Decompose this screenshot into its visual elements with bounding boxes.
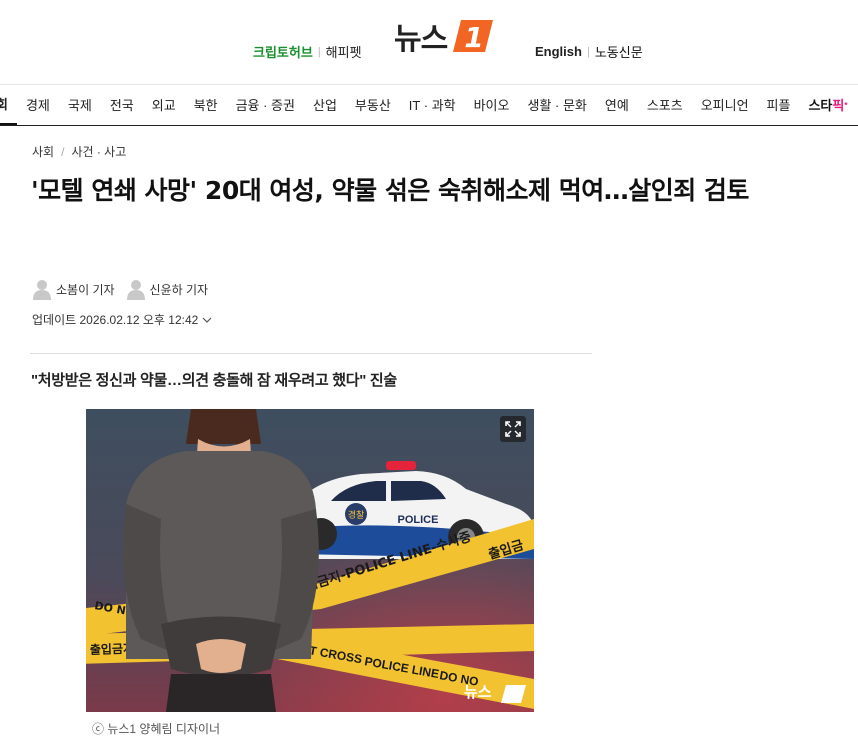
star-pick-label-b: 픽 bbox=[832, 97, 845, 113]
site-logo[interactable]: 뉴스 1 bbox=[394, 14, 495, 58]
nav-item-diplomacy[interactable]: 외교 bbox=[143, 86, 185, 125]
separator: | bbox=[586, 45, 590, 58]
nav-item-people[interactable]: 피플 bbox=[758, 86, 800, 125]
link-nodong-sinmun[interactable]: 노동신문 bbox=[595, 42, 643, 61]
site-header: 크립토허브 | 해피펫 뉴스 1 English | 노동신문 bbox=[0, 0, 858, 85]
nav-item-economy[interactable]: 경제 bbox=[17, 86, 59, 125]
article-subtitle: "처방받은 정신과 약물…의견 충돌해 잠 재우려고 했다" 진술 bbox=[31, 372, 397, 389]
nav-item-real-estate[interactable]: 부동산 bbox=[346, 86, 400, 125]
logo-mark-text: 1 bbox=[464, 21, 483, 54]
reporter-name: 신윤하 기자 bbox=[149, 282, 209, 297]
nav-item-it-science[interactable]: IT · 과학 bbox=[400, 86, 465, 125]
expand-icon bbox=[505, 421, 521, 437]
breadcrumb-subsection[interactable]: 사건 · 사고 bbox=[71, 143, 126, 160]
nav-item-bio[interactable]: 바이오 bbox=[465, 86, 519, 125]
nav-item-society[interactable]: 회 bbox=[0, 87, 17, 125]
nav-item-industry[interactable]: 산업 bbox=[304, 86, 346, 125]
star-pick-label-a: 스타 bbox=[808, 97, 833, 113]
logo-text: 뉴스 bbox=[394, 22, 448, 57]
reporter-avatar-icon bbox=[33, 280, 51, 300]
header-left-links: 크립토허브 | 해피펫 bbox=[253, 42, 362, 61]
breadcrumb: 사회 / 사건 · 사고 bbox=[32, 143, 126, 160]
nav-item-entertainment[interactable]: 연예 bbox=[596, 86, 638, 125]
updated-time[interactable]: 업데이트 2026.02.12 오후 12:42 bbox=[32, 311, 212, 328]
watermark-text: 뉴스 bbox=[464, 683, 492, 701]
police-text: POLICE bbox=[398, 514, 439, 526]
link-english[interactable]: English bbox=[535, 44, 582, 59]
byline-reporter[interactable]: 소봄이 기자 bbox=[33, 278, 115, 300]
updated-text: 업데이트 2026.02.12 오후 12:42 bbox=[32, 313, 199, 327]
bylines: 소봄이 기자 신윤하 기자 bbox=[33, 278, 220, 300]
police-badge-text: 경찰 bbox=[348, 509, 365, 521]
nav-item-life-culture[interactable]: 생활 · 문화 bbox=[518, 86, 595, 125]
expand-image-button[interactable] bbox=[500, 416, 526, 442]
nav-item-national[interactable]: 전국 bbox=[101, 86, 143, 125]
byline-reporter[interactable]: 신윤하 기자 bbox=[126, 278, 209, 300]
nav-item-sports[interactable]: 스포츠 bbox=[638, 86, 692, 125]
header-right-links: English | 노동신문 bbox=[535, 42, 643, 61]
article-illustration[interactable]: 경찰 POLICE 출입금지-POLICE LINE-수사중 출입금 DO NO… bbox=[86, 409, 534, 712]
article-headline: '모텔 연쇄 사망' 20대 여성, 약물 섞은 숙취해소제 먹여…살인죄 검토 bbox=[31, 176, 749, 205]
separator: | bbox=[317, 45, 321, 58]
image-caption: ⓒ 뉴스1 양혜림 디자이너 bbox=[92, 722, 221, 736]
main-nav: 회 경제 국제 전국 외교 북한 금융 · 증권 산업 부동산 IT · 과학 … bbox=[0, 86, 858, 126]
nav-item-north-korea[interactable]: 북한 bbox=[185, 86, 227, 125]
nav-item-finance[interactable]: 금융 · 증권 bbox=[227, 86, 304, 125]
logo-mark-icon: 1 bbox=[453, 20, 494, 54]
breadcrumb-section[interactable]: 사회 bbox=[32, 143, 54, 160]
divider bbox=[30, 353, 592, 354]
chevron-down-icon bbox=[202, 317, 212, 323]
breadcrumb-separator: / bbox=[61, 144, 65, 159]
nav-item-world[interactable]: 국제 bbox=[59, 86, 101, 125]
reporter-avatar-icon bbox=[126, 280, 145, 300]
star-pick-star-icon: * bbox=[844, 100, 848, 110]
link-crypto-hub[interactable]: 크립토허브 bbox=[253, 42, 313, 61]
reporter-name: 소봄이 기자 bbox=[56, 282, 115, 297]
nav-item-opinion[interactable]: 오피니언 bbox=[692, 86, 758, 125]
nav-item-star-pick[interactable]: 스타픽* bbox=[799, 86, 856, 125]
link-happy-pet[interactable]: 해피펫 bbox=[326, 42, 362, 61]
